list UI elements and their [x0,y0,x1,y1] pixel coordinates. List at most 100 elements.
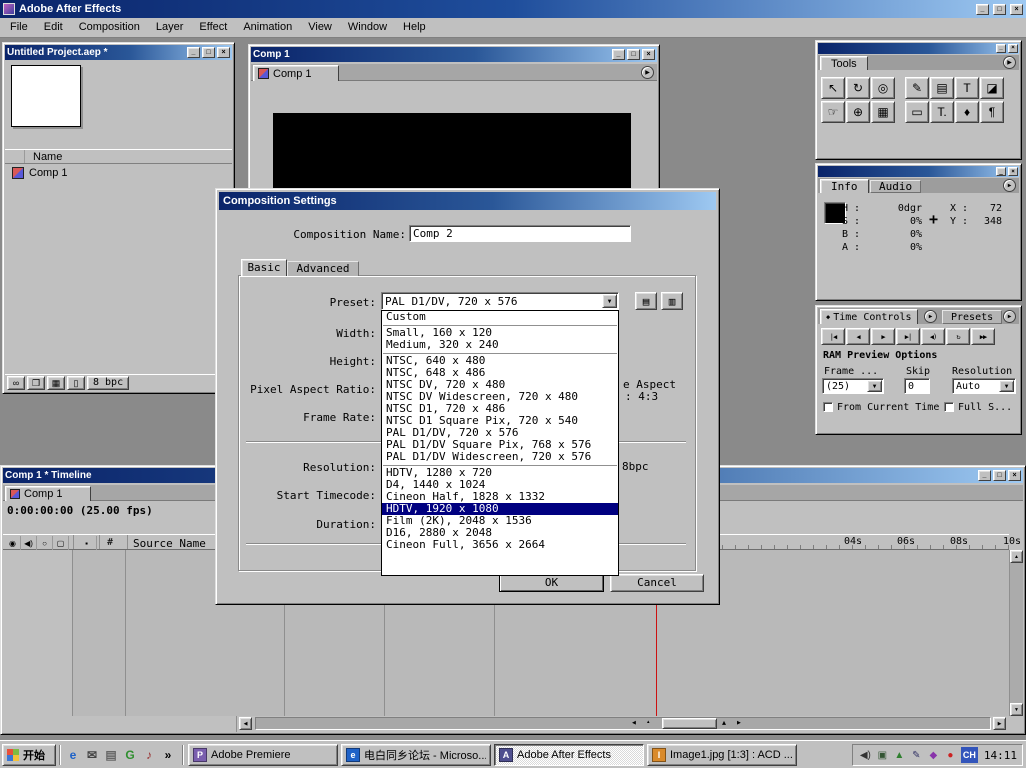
menu-layer[interactable]: Layer [148,18,192,37]
tab-time-controls[interactable]: ◆ Time Controls [820,309,918,324]
rotation-tool[interactable]: ↻ [846,77,870,99]
menu-help[interactable]: Help [395,18,434,37]
taskbar-clock[interactable]: 14:11 [984,749,1017,762]
preset-option[interactable]: Custom [382,311,618,323]
loop-button[interactable]: ↻ [946,328,970,345]
interpret-footage-button[interactable]: ▦ [47,376,65,390]
tab-advanced[interactable]: Advanced [287,261,359,276]
menu-edit[interactable]: Edit [36,18,71,37]
frame-rate-dropdown-icon[interactable]: ▼ [867,380,882,392]
project-titlebar[interactable]: Untitled Project.aep * _ □ × [5,45,232,60]
info-titlebar[interactable]: _ × [818,166,1019,177]
tab-info[interactable]: Info [820,179,869,193]
find-button[interactable]: ∞ [7,376,25,390]
hand-tool[interactable]: ☞ [821,101,845,123]
app-maximize-button[interactable]: □ [993,4,1006,15]
lock-column[interactable]: ▢ [53,536,69,550]
zoom-tool[interactable]: ⊕ [846,101,870,123]
vscroll-up-button[interactable]: ▲ [1010,550,1023,563]
time-controls-menu-button[interactable]: ▶ [924,310,937,323]
internet-explorer-quicklaunch-button[interactable]: e [64,745,82,765]
preset-select[interactable]: PAL D1/DV, 720 x 576 ▼ [381,292,619,310]
app-close-button[interactable]: × [1010,4,1023,15]
zoom-slider-handle[interactable] [662,718,717,729]
hscroll-left-button[interactable]: ◀ [239,717,252,730]
media-quicklaunch-button[interactable]: ♪ [140,745,158,765]
dialog-titlebar[interactable]: Composition Settings [219,192,716,210]
eraser-tool[interactable]: ◪ [980,77,1004,99]
volume-tray-icon[interactable]: ◀) [858,750,873,761]
display-tray-icon[interactable]: ▣ [875,750,890,761]
save-preset-button[interactable]: ▤ [635,292,657,310]
app-minimize-button[interactable]: _ [976,4,989,15]
tab-basic[interactable]: Basic [241,259,287,276]
selection-tool[interactable]: ↖ [821,77,845,99]
task-button-ie-forum[interactable]: e电白同乡论坛 - Microso... [341,744,491,766]
notepad-quicklaunch-button[interactable]: ▤ [102,745,120,765]
brush-tool[interactable]: ✎ [905,77,929,99]
layer-number-column[interactable]: # [107,537,113,548]
project-name-header[interactable]: Name [5,149,232,164]
comp-minimize-button[interactable]: _ [612,49,625,60]
menu-view[interactable]: View [300,18,340,37]
project-item-comp1[interactable]: Comp 1 [5,165,232,181]
zoom-out-icon[interactable]: ▴ [647,719,650,725]
previous-frame-button[interactable]: ◀ [846,328,870,345]
tools-close-button[interactable]: × [1008,44,1018,53]
task-button-acdsee[interactable]: IImage1.jpg [1:3] : ACD ... [647,744,797,766]
vertical-type-tool[interactable]: T. [930,101,954,123]
project-close-button[interactable]: × [217,47,230,58]
solo-column[interactable]: ○ [37,536,53,550]
audio-column[interactable]: ◀) [21,536,37,550]
hscroll-right-button[interactable]: ▶ [993,717,1006,730]
more-quicklaunch-button[interactable]: » [159,745,177,765]
comp-menu-button[interactable]: ▶ [641,66,654,79]
task-button-after-effects[interactable]: AAdobe After Effects [494,744,644,766]
zoom-in-icon[interactable]: ▴ [722,718,726,727]
full-screen-checkbox[interactable] [944,402,954,412]
preset-option[interactable]: Medium, 320 x 240 [382,339,618,351]
ime-pen-tray-icon[interactable]: ✎ [909,750,924,761]
cancel-button[interactable]: Cancel [610,574,704,592]
orbit-camera-tool[interactable]: ◎ [871,77,895,99]
timeline-minimize-button[interactable]: _ [978,470,991,481]
clone-stamp-tool[interactable]: ▤ [930,77,954,99]
menu-composition[interactable]: Composition [71,18,148,37]
paragraph-tool[interactable]: ¶ [980,101,1004,123]
current-timecode[interactable]: 0:00:00:00 (25.00 fps) [3,504,153,517]
start-button[interactable]: 开始 [2,744,56,766]
comp-titlebar[interactable]: Comp 1 _ □ × [251,47,657,62]
skip-input[interactable] [904,378,930,394]
info-minimize-button[interactable]: _ [996,167,1006,176]
timeline-vscrollbar[interactable]: ▲ ▼ [1009,550,1023,716]
preset-option[interactable]: PAL D1/DV Widescreen, 720 x 576 [382,451,618,463]
hscroll-track[interactable]: ◀ ▴ ▴ ▶ [255,717,991,730]
preset-option[interactable]: Cineon Full, 3656 x 2664 [382,539,618,551]
comp-close-button[interactable]: × [642,49,655,60]
ram-preview-button[interactable]: ▶▶ [971,328,995,345]
tools-menu-button[interactable]: ▶ [1003,56,1016,69]
task-button-adobe-premiere[interactable]: PAdobe Premiere [188,744,338,766]
project-minimize-button[interactable]: _ [187,47,200,58]
preset-dropdown-icon[interactable]: ▼ [602,294,617,308]
menu-effect[interactable]: Effect [191,18,235,37]
info-close-button[interactable]: × [1008,167,1018,176]
mail-quicklaunch-button[interactable]: ✉ [83,745,101,765]
menu-window[interactable]: Window [340,18,395,37]
menu-animation[interactable]: Animation [235,18,300,37]
ime-indicator[interactable]: CH [961,747,978,763]
play-button[interactable]: ▶ [871,328,895,345]
project-bpc[interactable]: 8 bpc [87,376,129,390]
ok-button[interactable]: OK [499,574,604,592]
video-column[interactable]: ◉ [5,536,21,550]
zoom-arrow-left-icon[interactable]: ◀ [632,720,636,726]
resolution-select[interactable]: Auto ▼ [952,378,1016,394]
tab-presets[interactable]: Presets [942,310,1002,324]
trash-button[interactable]: ▯ [67,376,85,390]
project-name-column[interactable]: Name [25,151,62,163]
antivirus-tray-icon[interactable]: ● [943,750,958,761]
timeline-maximize-button[interactable]: □ [993,470,1006,481]
from-current-time-checkbox[interactable] [823,402,833,412]
scheduler-tray-icon[interactable]: ◆ [926,750,941,761]
tab-audio[interactable]: Audio [870,180,921,193]
